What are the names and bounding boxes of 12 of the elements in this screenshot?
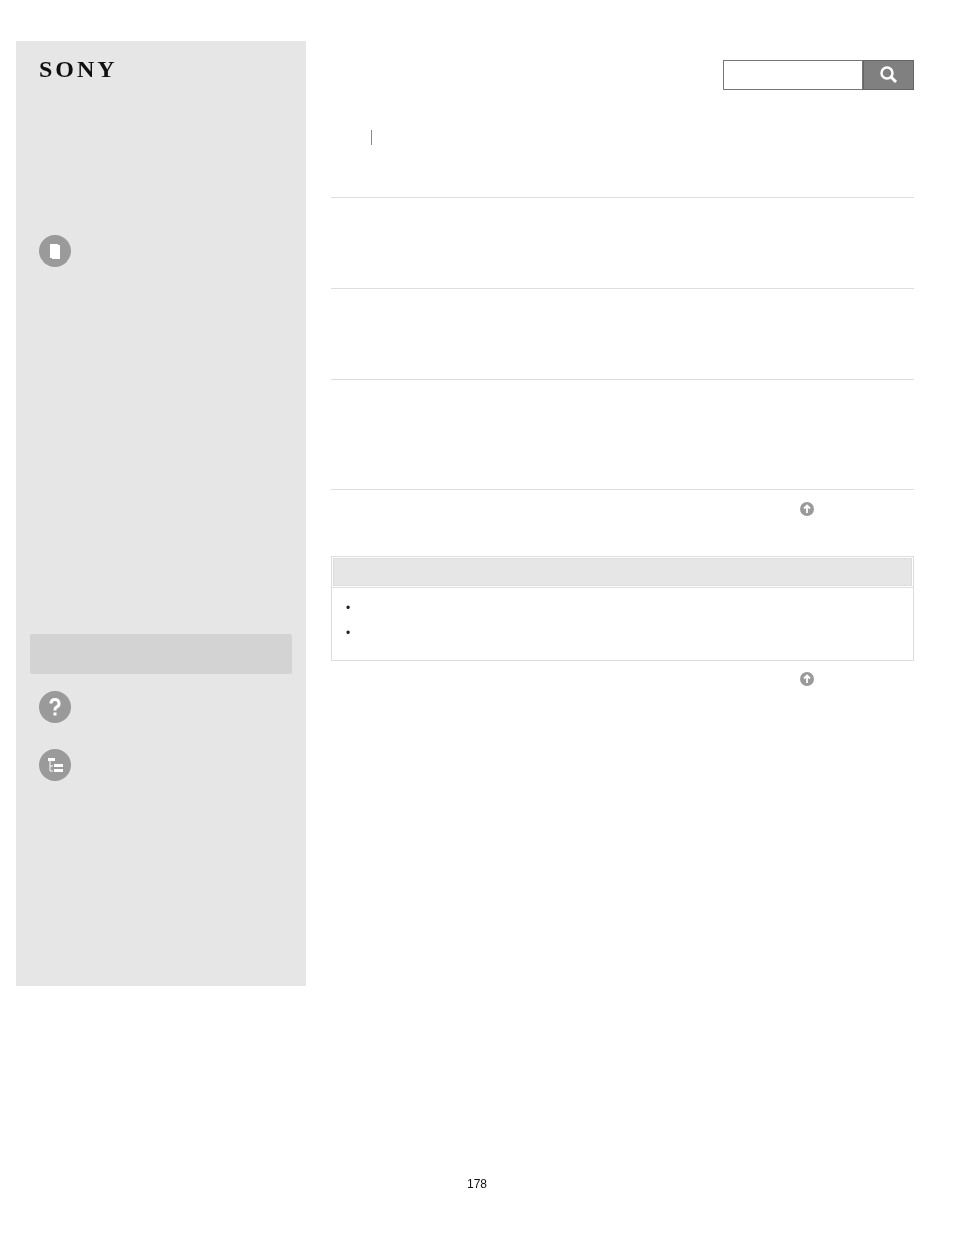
bullet: • bbox=[346, 625, 351, 642]
page-number: 178 bbox=[467, 1177, 487, 1191]
bullet: • bbox=[346, 600, 351, 617]
search-field[interactable] bbox=[723, 60, 863, 90]
up-arrow-icon[interactable] bbox=[800, 672, 814, 686]
search-button[interactable] bbox=[863, 60, 914, 90]
tree-icon[interactable] bbox=[39, 749, 71, 781]
search-icon bbox=[878, 65, 899, 85]
help-icon[interactable] bbox=[39, 691, 71, 723]
up-arrow-icon[interactable] bbox=[800, 502, 814, 516]
sony-logo[interactable]: SONY bbox=[39, 57, 118, 81]
book-icon[interactable] bbox=[39, 235, 71, 267]
